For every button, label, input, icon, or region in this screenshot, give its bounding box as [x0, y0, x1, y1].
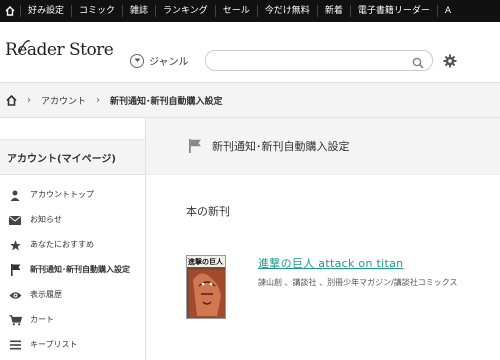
- page-title: 新刊通知･新刊自動購入設定: [212, 140, 350, 153]
- gear-icon[interactable]: [443, 53, 457, 72]
- list-icon: [8, 339, 22, 351]
- nav-comics[interactable]: コミック: [71, 5, 122, 17]
- site-header: Reader Store ジャンル: [0, 22, 500, 82]
- nav-magazines[interactable]: 雑誌: [122, 5, 155, 17]
- sidebar-item-keep-list[interactable]: キープリスト: [0, 335, 145, 355]
- flag-icon: [8, 264, 22, 276]
- sidebar-title: アカウント(マイページ): [0, 139, 145, 175]
- main-header: 新刊通知･新刊自動購入設定: [146, 118, 500, 175]
- chevron-down-icon: [130, 53, 144, 68]
- nav-sale[interactable]: セール: [214, 5, 257, 17]
- sidebar-list: アカウントトップ お知らせ あなたにおすすめ 新刊通知･新刊自動購入設定 表示履…: [0, 175, 145, 355]
- flag-icon: [188, 139, 202, 153]
- book-cover[interactable]: 進撃の巨人: [186, 255, 226, 319]
- book-meta: 諫山創 、講談社 、別冊少年マガジン/講談社コミックス: [258, 278, 458, 287]
- nav-preferences[interactable]: 好み設定: [20, 5, 71, 17]
- sidebar-item-recommendations[interactable]: あなたにおすすめ: [0, 235, 145, 255]
- sidebar: アカウント(マイページ) アカウントトップ お知らせ あなたにおすすめ 新刊通知…: [0, 118, 146, 360]
- search-box[interactable]: [205, 50, 433, 73]
- logo-ribbon-icon: [19, 40, 31, 53]
- nav-ranking[interactable]: ランキング: [155, 5, 215, 17]
- breadcrumb-separator-icon: ›: [96, 94, 101, 106]
- book-title-link[interactable]: 進撃の巨人 attack on titan: [258, 255, 458, 271]
- genre-menu[interactable]: ジャンル: [130, 53, 189, 68]
- sidebar-item-label: 表示履歴: [30, 290, 62, 299]
- home-icon[interactable]: [0, 6, 20, 16]
- sidebar-item-label: あなたにおすすめ: [30, 240, 94, 249]
- sidebar-item-label: アカウントトップ: [30, 190, 94, 199]
- nav-ereader[interactable]: 電子書籍リーダー: [349, 5, 437, 17]
- nav-free-now[interactable]: 今だけ無料: [256, 5, 317, 17]
- sidebar-item-label: お知らせ: [30, 215, 62, 224]
- cart-icon: [8, 314, 22, 326]
- breadcrumb-current: 新刊通知･新刊自動購入設定: [110, 96, 223, 107]
- breadcrumb: › アカウント › 新刊通知･新刊自動購入設定: [0, 82, 500, 118]
- sidebar-item-notices[interactable]: お知らせ: [0, 210, 145, 230]
- genre-label: ジャンル: [149, 57, 189, 68]
- sidebar-item-label: カート: [30, 315, 54, 324]
- sidebar-item-label: 新刊通知･新刊自動購入設定: [30, 265, 130, 274]
- sidebar-item-label: キープリスト: [30, 340, 78, 349]
- envelope-icon: [8, 214, 22, 226]
- person-icon: [8, 189, 22, 201]
- search-input[interactable]: [216, 54, 406, 73]
- star-icon: [8, 239, 22, 251]
- book-item: 進撃の巨人 進撃の巨人 attack on titan 諫山創 、講談社 、別冊…: [186, 255, 500, 319]
- book-cover-title: 進撃の巨人: [188, 258, 223, 266]
- sidebar-item-new-release-settings[interactable]: 新刊通知･新刊自動購入設定: [0, 260, 145, 280]
- reader-store-logo[interactable]: Reader Store: [5, 40, 114, 59]
- sidebar-item-account-top[interactable]: アカウントトップ: [0, 185, 145, 205]
- breadcrumb-home-icon[interactable]: [6, 94, 17, 106]
- breadcrumb-separator-icon: ›: [27, 94, 31, 106]
- sidebar-item-cart[interactable]: カート: [0, 310, 145, 330]
- book-info: 進撃の巨人 attack on titan 諫山創 、講談社 、別冊少年マガジン…: [258, 255, 458, 319]
- nav-more[interactable]: A: [436, 5, 458, 17]
- main-body: 本の新刊 進撃の巨人 進撃の巨人 attack on titan 諫山創 、講談…: [146, 203, 500, 319]
- nav-new-releases[interactable]: 新着: [316, 5, 350, 17]
- sidebar-item-history[interactable]: 表示履歴: [0, 285, 145, 305]
- eye-icon: [8, 289, 22, 301]
- search-icon[interactable]: [412, 54, 424, 73]
- top-nav: 好み設定 コミック 雑誌 ランキング セール 今だけ無料 新着 電子書籍リーダー…: [0, 0, 500, 22]
- breadcrumb-account[interactable]: アカウント: [41, 94, 86, 107]
- section-title: 本の新刊: [186, 205, 230, 218]
- main-content: 新刊通知･新刊自動購入設定 本の新刊 進撃の巨人 進撃の巨人 attack on…: [146, 118, 500, 360]
